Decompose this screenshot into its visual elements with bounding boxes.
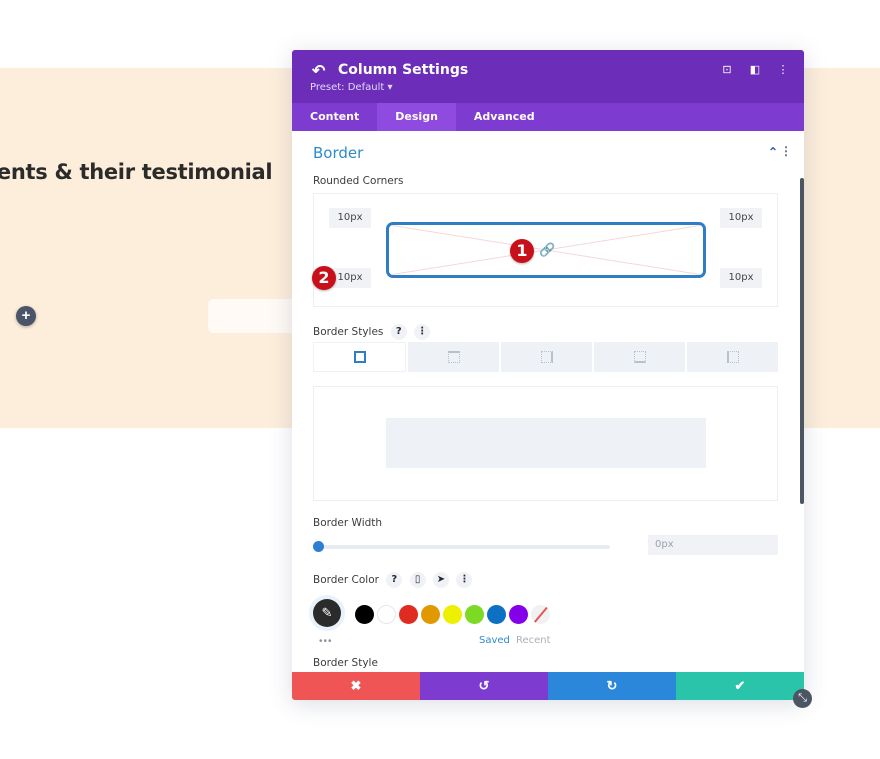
swatch-transparent[interactable] [531,605,550,624]
rounded-corners-label: Rounded Corners [313,175,404,187]
responsive-icon[interactable]: ▯ [409,572,426,588]
saved-colors-tab[interactable]: Saved [479,635,510,646]
tab-advanced[interactable]: Advanced [456,103,553,131]
section-more-icon[interactable]: ⋮ [780,144,792,158]
rounded-corners-preview: 🔗 [386,222,706,278]
border-all-icon [353,351,366,363]
section-title[interactable]: Border [313,144,363,162]
border-width-input[interactable]: 0px [648,535,778,555]
top-right-radius-input[interactable]: 10px [720,208,762,228]
border-bottom-icon [633,351,646,363]
border-style-preview [313,386,778,501]
border-width-label: Border Width [313,517,383,529]
border-style-preview-box [386,418,706,468]
border-width-slider-handle[interactable] [313,541,324,552]
border-style-right[interactable] [501,342,592,372]
options-icon[interactable]: ⋮ [414,324,431,340]
chevron-up-icon[interactable]: ⌃ [768,145,778,159]
border-styles-tabs [313,342,778,372]
border-style-left[interactable] [687,342,778,372]
preset-dropdown[interactable]: Preset: Default ▾ [310,82,392,93]
more-icon[interactable]: ⋮ [776,63,790,77]
cancel-button[interactable]: ✖ [292,672,420,700]
background-heading: ients & their testimonial [0,160,273,184]
recent-colors-tab[interactable]: Recent [516,635,551,646]
page: ients & their testimonial + ↶ Column Set… [0,0,880,759]
modal-body: Border ⌃ ⋮ Rounded Corners 10px 10px 10p… [292,131,804,672]
modal-title: Column Settings [338,62,469,78]
color-swatch[interactable] [355,605,374,624]
color-swatch[interactable] [487,605,506,624]
annotation-badge-1: 1 [510,239,534,263]
redo-button[interactable]: ↻ [548,672,676,700]
border-left-icon [726,351,739,363]
border-styles-text: Border Styles [313,326,384,338]
border-style-all[interactable] [313,342,406,372]
color-swatch[interactable] [421,605,440,624]
undo-button[interactable]: ↺ [420,672,548,700]
top-left-radius-input[interactable]: 10px [329,208,371,228]
tab-design[interactable]: Design [377,103,456,131]
scrollbar[interactable] [800,178,804,504]
color-swatch[interactable] [465,605,484,624]
border-right-icon [540,351,553,363]
back-icon[interactable]: ↶ [312,61,325,81]
plus-icon: + [21,307,31,324]
tab-content[interactable]: Content [292,103,377,131]
column-settings-modal: ↶ Column Settings Preset: Default ▾ ⊡ ◧ … [292,50,804,700]
add-module-button[interactable]: + [16,306,36,326]
eyedropper-icon: ✎ [321,605,333,620]
color-swatch[interactable] [443,605,462,624]
border-style-top[interactable] [408,342,499,372]
hover-cursor-icon[interactable]: ➤ [432,572,449,588]
border-styles-label: Border Styles ? ⋮ [313,324,431,340]
color-swatch[interactable] [377,605,396,624]
help-icon[interactable]: ? [386,572,403,588]
border-top-icon [447,351,460,363]
background-button-placeholder [208,299,298,333]
border-style-bottom[interactable] [594,342,685,372]
modal-tabs: Content Design Advanced [292,103,804,131]
color-swatch[interactable] [399,605,418,624]
options-icon[interactable]: ⋮ [456,572,473,588]
save-button[interactable]: ✔ [676,672,804,700]
help-icon[interactable]: ? [390,324,407,340]
color-picker-button[interactable]: ✎ [313,599,341,627]
rounded-corners-control: 10px 10px 10px 10px 🔗 1 2 [312,193,778,307]
resize-icon: ⤡ [798,692,807,704]
resize-handle[interactable]: ⤡ [793,689,812,708]
bottom-right-radius-input[interactable]: 10px [720,268,762,288]
border-color-label: Border Color ? ▯ ➤ ⋮ [313,572,473,588]
annotation-badge-2: 2 [312,266,336,290]
color-swatch[interactable] [509,605,528,624]
header-icons: ⊡ ◧ ⋮ [720,63,790,77]
focus-icon[interactable]: ⊡ [720,63,734,77]
more-colors-button[interactable]: ••• [319,636,333,647]
border-width-slider-track[interactable] [318,545,610,549]
sidebar-layout-icon[interactable]: ◧ [748,63,762,77]
border-color-text: Border Color [313,574,379,586]
border-style-label: Border Style [313,657,378,669]
color-swatches [355,605,550,624]
link-icon[interactable]: 🔗 [539,242,555,258]
modal-footer: ✖ ↺ ↻ ✔ [292,672,804,700]
modal-header: ↶ Column Settings Preset: Default ▾ ⊡ ◧ … [292,50,804,103]
